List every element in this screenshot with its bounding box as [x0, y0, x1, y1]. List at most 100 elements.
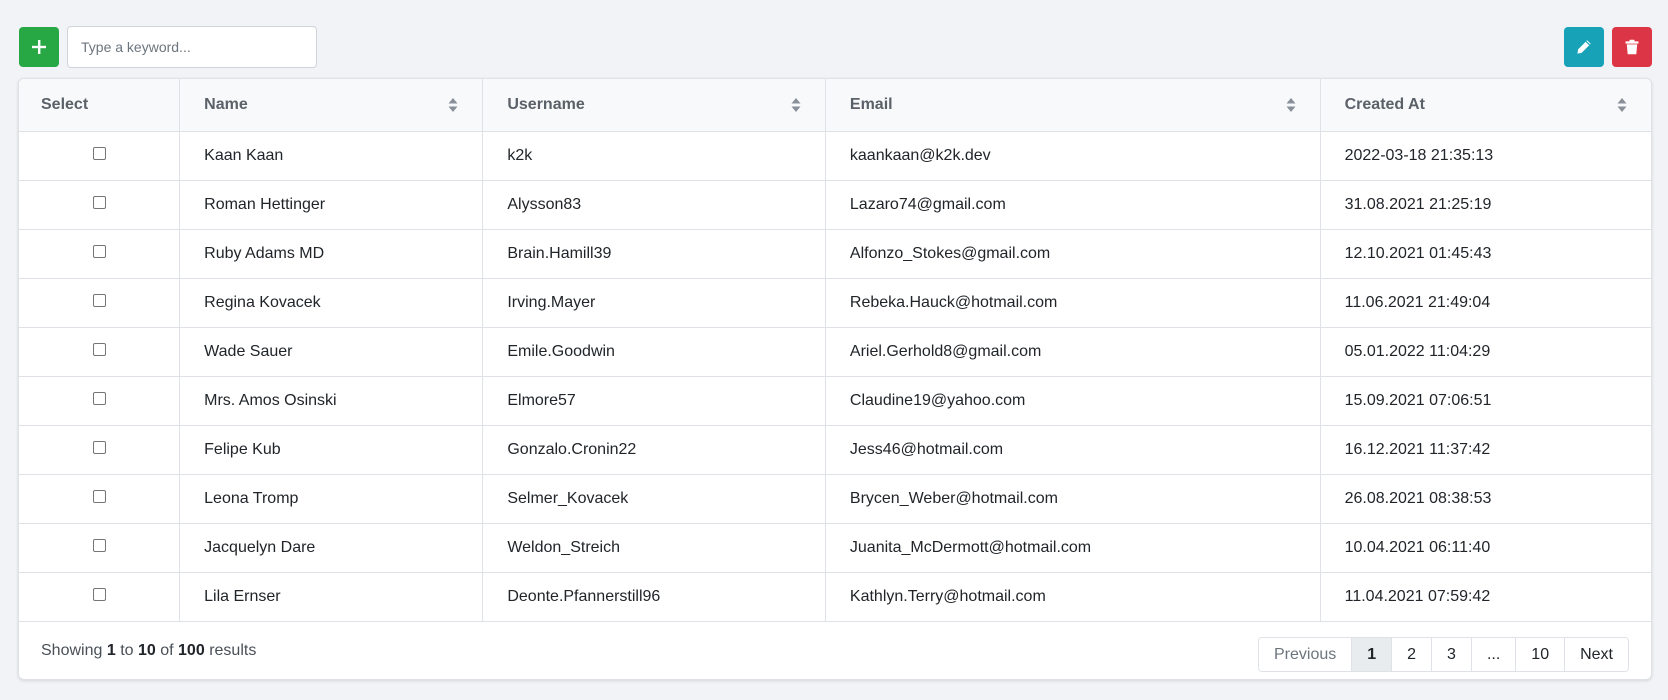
table-row: Leona Tromp Selmer_Kovacek Brycen_Weber@… — [19, 474, 1651, 524]
plus-icon — [32, 40, 46, 54]
row-checkbox[interactable] — [92, 538, 106, 552]
cell-name: Mrs. Amos Osinski — [179, 376, 484, 426]
table-footer: Showing 1 to 10 of 100 results Previous … — [19, 621, 1651, 679]
header-username-label: Username — [507, 95, 585, 113]
table-row: Ruby Adams MD Brain.Hamill39 Alfonzo_Sto… — [19, 229, 1651, 279]
cell-select — [19, 327, 181, 377]
row-checkbox[interactable] — [92, 146, 106, 160]
row-checkbox[interactable] — [92, 195, 106, 209]
sort-icon — [1286, 97, 1296, 112]
header-email-label: Email — [849, 95, 893, 113]
pencil-icon — [1577, 40, 1591, 54]
cell-username: k2k — [482, 131, 826, 181]
cell-username: Alysson83 — [482, 180, 826, 230]
pagination-page-3[interactable]: 3 — [1432, 638, 1472, 671]
cell-email: Rebeka.Hauck@hotmail.com — [825, 278, 1321, 328]
table-header-row: Select Name Username Email Created At — [19, 79, 1651, 132]
cell-created-at: 31.08.2021 21:25:19 — [1320, 180, 1651, 230]
pagination-page-2[interactable]: 2 — [1392, 638, 1433, 671]
table-row: Jacquelyn Dare Weldon_Streich Juanita_Mc… — [19, 523, 1651, 573]
trash-icon — [1625, 39, 1639, 55]
pagination-previous[interactable]: Previous — [1258, 638, 1353, 671]
row-checkbox[interactable] — [92, 587, 106, 601]
summary-to-word: to — [120, 642, 134, 659]
header-created-at[interactable]: Created At — [1320, 79, 1651, 132]
row-checkbox[interactable] — [92, 391, 106, 405]
cell-email: Kathlyn.Terry@hotmail.com — [825, 572, 1321, 622]
table-row: Lila Ernser Deonte.Pfannerstill96 Kathly… — [19, 572, 1651, 622]
cell-name: Lila Ernser — [179, 572, 484, 622]
pagination-page-10[interactable]: 10 — [1516, 638, 1566, 671]
table-row: Wade Sauer Emile.Goodwin Ariel.Gerhold8@… — [19, 327, 1651, 377]
cell-created-at: 10.04.2021 06:11:40 — [1320, 523, 1651, 573]
row-checkbox[interactable] — [92, 293, 106, 307]
cell-username: Gonzalo.Cronin22 — [482, 425, 826, 475]
table-row: Kaan Kaan k2k kaankaan@k2k.dev 2022-03-1… — [19, 131, 1651, 181]
cell-email: kaankaan@k2k.dev — [825, 131, 1321, 181]
add-button[interactable] — [19, 27, 59, 67]
cell-select — [19, 180, 181, 230]
cell-select — [19, 425, 181, 475]
row-checkbox[interactable] — [92, 244, 106, 258]
cell-name: Kaan Kaan — [179, 131, 484, 181]
header-created-at-label: Created At — [1344, 95, 1425, 113]
header-username[interactable]: Username — [482, 79, 826, 132]
summary-from: 1 — [106, 642, 116, 659]
cell-select — [19, 474, 181, 524]
cell-username: Brain.Hamill39 — [482, 229, 826, 279]
cell-created-at: 11.04.2021 07:59:42 — [1320, 572, 1651, 622]
pagination-next[interactable]: Next — [1565, 638, 1628, 671]
cell-email: Lazaro74@gmail.com — [825, 180, 1321, 230]
row-checkbox[interactable] — [92, 342, 106, 356]
cell-username: Weldon_Streich — [482, 523, 826, 573]
cell-email: Juanita_McDermott@hotmail.com — [825, 523, 1321, 573]
cell-email: Jess46@hotmail.com — [825, 425, 1321, 475]
cell-created-at: 12.10.2021 01:45:43 — [1320, 229, 1651, 279]
cell-created-at: 2022-03-18 21:35:13 — [1320, 131, 1651, 181]
cell-select — [19, 376, 181, 426]
cell-created-at: 05.01.2022 11:04:29 — [1320, 327, 1651, 377]
summary-to: 10 — [137, 642, 156, 659]
table-row: Felipe Kub Gonzalo.Cronin22 Jess46@hotma… — [19, 425, 1651, 475]
cell-created-at: 11.06.2021 21:49:04 — [1320, 278, 1651, 328]
cell-name: Regina Kovacek — [179, 278, 484, 328]
users-table-card: Select Name Username Email Created At Ka… — [18, 78, 1652, 680]
cell-username: Elmore57 — [482, 376, 826, 426]
cell-name: Wade Sauer — [179, 327, 484, 377]
cell-email: Claudine19@yahoo.com — [825, 376, 1321, 426]
pagination-ellipsis: ... — [1471, 638, 1517, 671]
cell-email: Ariel.Gerhold8@gmail.com — [825, 327, 1321, 377]
header-email[interactable]: Email — [825, 79, 1321, 132]
cell-name: Ruby Adams MD — [179, 229, 484, 279]
users-table: Select Name Username Email Created At Ka… — [19, 79, 1651, 622]
cell-created-at: 26.08.2021 08:38:53 — [1320, 474, 1651, 524]
pagination: Previous 1 2 3 ... 10 Next — [1257, 637, 1629, 672]
cell-select — [19, 572, 181, 622]
results-summary: Showing 1 to 10 of 100 results — [41, 642, 256, 660]
cell-name: Leona Tromp — [179, 474, 484, 524]
sort-icon — [1617, 97, 1627, 112]
row-checkbox[interactable] — [92, 489, 106, 503]
header-select: Select — [19, 79, 181, 132]
table-row: Mrs. Amos Osinski Elmore57 Claudine19@ya… — [19, 376, 1651, 426]
cell-select — [19, 131, 181, 181]
header-name[interactable]: Name — [179, 79, 484, 132]
users-page: Select Name Username — [0, 0, 1668, 700]
table-row: Roman Hettinger Alysson83 Lazaro74@gmail… — [19, 180, 1651, 230]
header-select-label: Select — [41, 95, 89, 113]
cell-select — [19, 523, 181, 573]
cell-email: Alfonzo_Stokes@gmail.com — [825, 229, 1321, 279]
cell-created-at: 16.12.2021 11:37:42 — [1320, 425, 1651, 475]
table-row: Regina Kovacek Irving.Mayer Rebeka.Hauck… — [19, 278, 1651, 328]
summary-suffix: results — [209, 642, 257, 659]
cell-username: Selmer_Kovacek — [482, 474, 826, 524]
summary-total: 100 — [178, 642, 205, 659]
pagination-page-1[interactable]: 1 — [1352, 638, 1393, 671]
delete-button[interactable] — [1612, 27, 1652, 67]
cell-username: Deonte.Pfannerstill96 — [482, 572, 826, 622]
row-checkbox[interactable] — [92, 440, 106, 454]
edit-button[interactable] — [1564, 27, 1604, 67]
toolbar — [0, 0, 1668, 75]
cell-name: Jacquelyn Dare — [179, 523, 484, 573]
search-input[interactable] — [67, 26, 317, 68]
